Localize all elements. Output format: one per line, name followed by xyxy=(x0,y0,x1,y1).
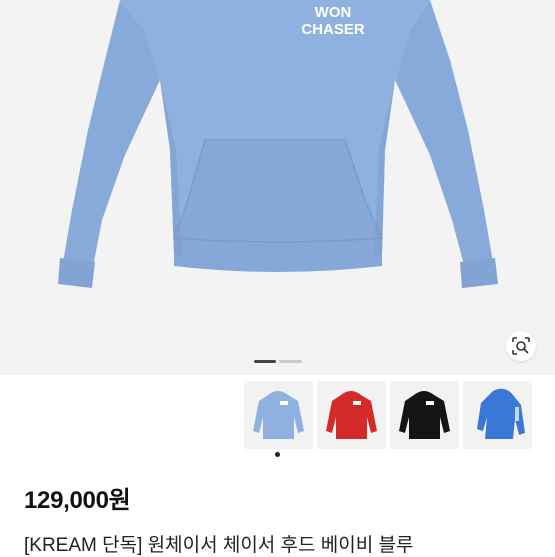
carousel-pager xyxy=(254,360,302,363)
hoodie-thumb-red xyxy=(326,391,377,439)
hoodie-thumb-blue xyxy=(477,388,525,439)
thumbnail-strip xyxy=(244,381,534,451)
image-search-button[interactable] xyxy=(506,331,536,361)
hoodie-thumb-baby-blue xyxy=(253,391,304,439)
pager-indicator-inactive xyxy=(279,360,302,363)
thumbnail-blue[interactable] xyxy=(463,381,532,449)
pager-indicator-active xyxy=(254,360,276,363)
chest-print-line1: WON xyxy=(315,4,352,21)
thumbnail-black[interactable] xyxy=(390,381,459,449)
thumbnail-red[interactable] xyxy=(317,381,386,449)
image-search-icon xyxy=(512,337,530,355)
selected-thumbnail-indicator xyxy=(275,452,280,457)
product-price: 129,000원 xyxy=(24,487,131,514)
thumbnail-baby-blue[interactable] xyxy=(244,381,313,449)
hoodie-illustration: WON CHASER xyxy=(0,0,555,375)
hoodie-thumb-black xyxy=(399,391,450,439)
product-image-hero[interactable]: WON CHASER xyxy=(0,0,555,375)
product-title: [KREAM 단독] 원체이서 체이서 후드 베이비 블루 xyxy=(24,535,414,556)
chest-print-line2: CHASER xyxy=(301,21,365,38)
